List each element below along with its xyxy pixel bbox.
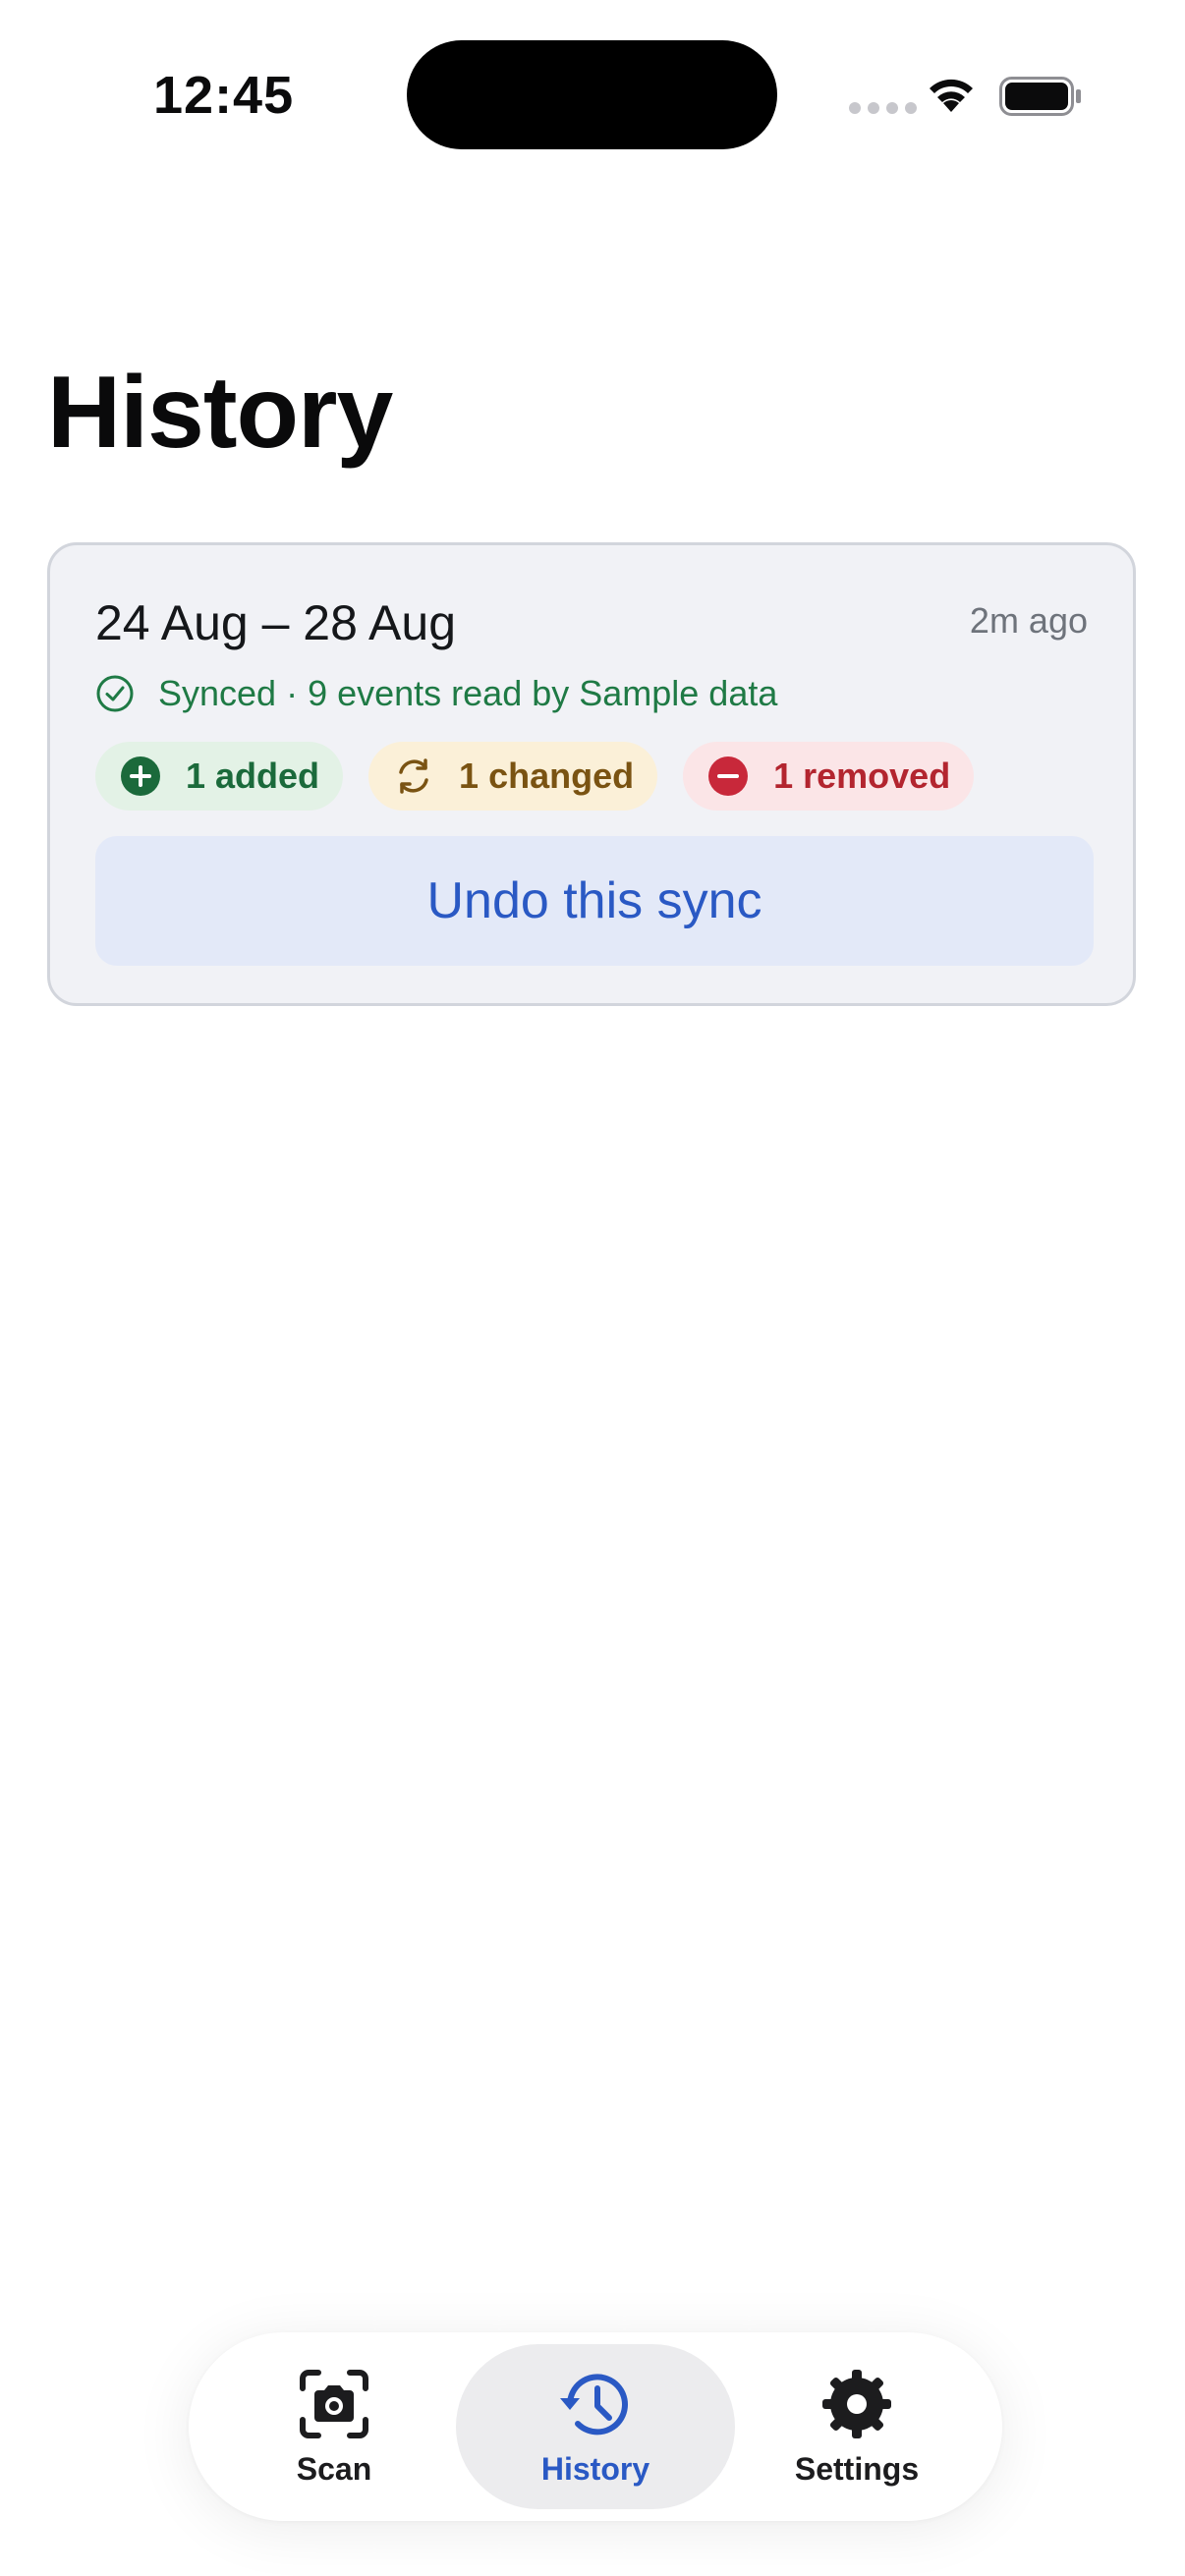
gear-icon	[822, 2369, 891, 2438]
page-title: History	[47, 356, 393, 470]
change-summary-chips: 1 added 1 changed 1 removed	[95, 742, 975, 811]
battery-icon	[999, 77, 1081, 116]
tab-scan[interactable]: Scan	[226, 2344, 442, 2509]
refresh-arrows-icon	[399, 758, 428, 794]
status-time: 12:45	[153, 66, 295, 125]
check-circle-icon	[96, 675, 134, 712]
tab-history[interactable]: History	[456, 2344, 735, 2509]
sync-time-ago: 2m ago	[969, 600, 1088, 641]
wifi-icon	[930, 79, 973, 112]
tab-settings-label: Settings	[794, 2450, 920, 2487]
cellular-signal-icon	[849, 102, 917, 114]
plus-circle-icon	[121, 756, 160, 796]
tab-scan-label: Scan	[296, 2450, 372, 2487]
changed-chip: 1 changed	[368, 742, 658, 811]
tab-bar: Scan History Settings	[189, 2332, 1002, 2521]
minus-circle-icon	[708, 756, 749, 796]
sync-status: Synced · 9 events read by Sample data	[95, 673, 777, 714]
dynamic-island	[407, 40, 777, 149]
undo-sync-button[interactable]: Undo this sync	[95, 836, 1094, 966]
status-bar: 12:45	[0, 0, 1185, 187]
removed-count: 1 removed	[773, 756, 951, 796]
history-clock-icon	[560, 2373, 628, 2435]
removed-chip: 1 removed	[683, 742, 975, 811]
camera-scan-icon	[300, 2369, 368, 2438]
tab-settings[interactable]: Settings	[749, 2344, 965, 2509]
sync-status-text: Synced · 9 events read by Sample data	[158, 673, 778, 713]
changed-count: 1 changed	[459, 756, 635, 796]
sync-date-range: 24 Aug – 28 Aug	[95, 595, 457, 650]
added-chip: 1 added	[95, 742, 344, 811]
added-count: 1 added	[186, 756, 320, 796]
tab-history-label: History	[540, 2450, 650, 2487]
sync-history-card: 24 Aug – 28 Aug 2m ago Synced · 9 events…	[47, 542, 1136, 1006]
